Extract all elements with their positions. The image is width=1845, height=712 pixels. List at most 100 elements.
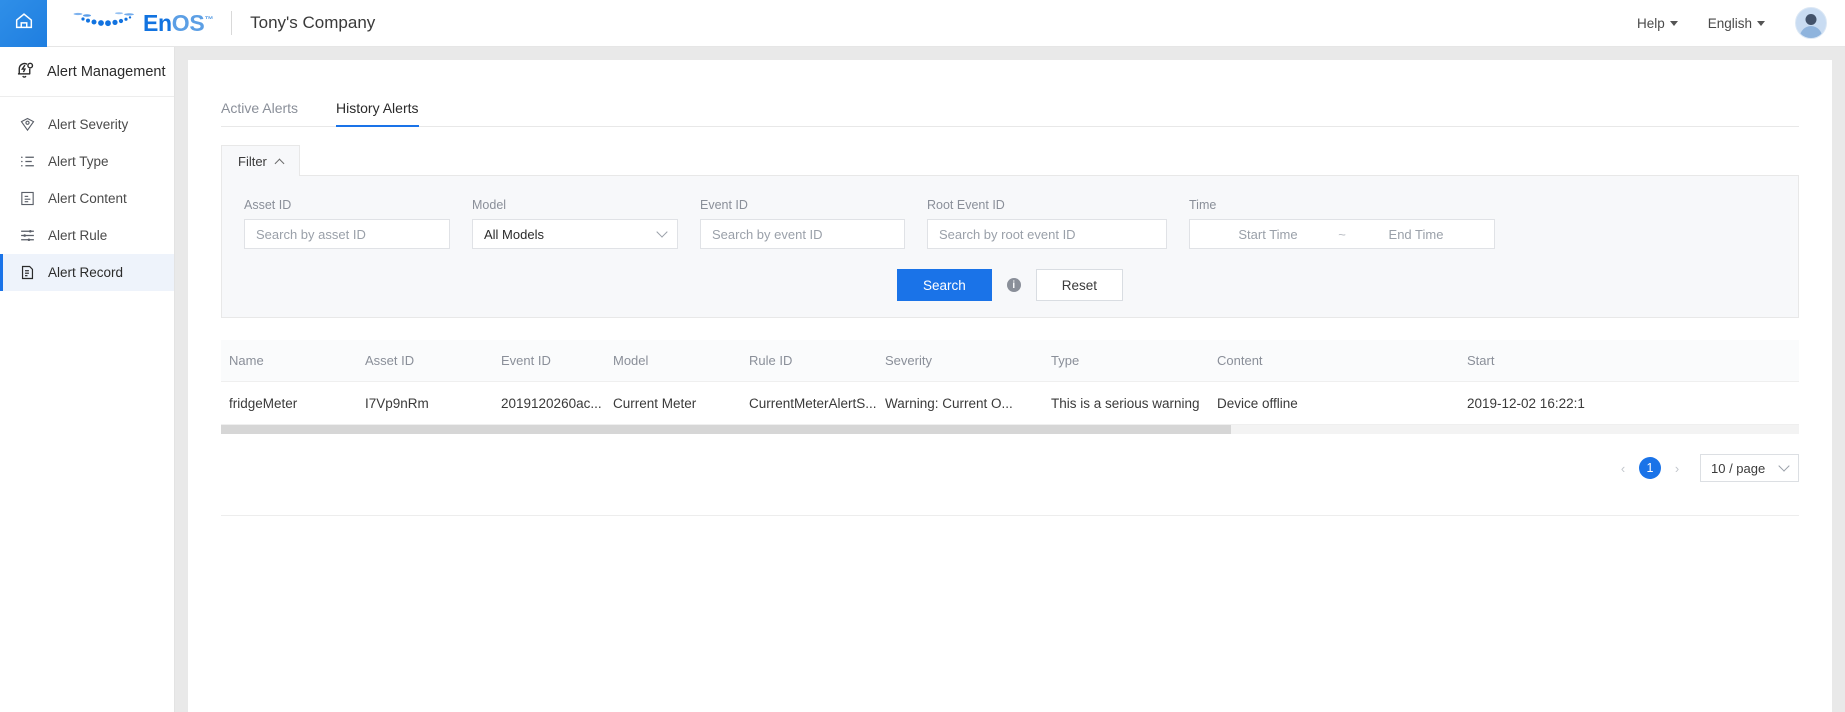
column-header-name: Name (229, 353, 264, 368)
sidebar-item-alert-record[interactable]: Alert Record (0, 254, 174, 291)
column-header-start: Start (1467, 353, 1495, 368)
time-range-picker[interactable]: Start Time ~ End Time (1189, 219, 1495, 249)
sidebar-item-label: Alert Record (48, 265, 124, 280)
alerts-table: Name Asset ID Event ID Model Rule ID Sev… (221, 340, 1799, 434)
model-select-value: All Models (484, 226, 544, 242)
filter-toggle[interactable]: Filter (221, 145, 300, 176)
model-select[interactable]: All Models (472, 219, 678, 249)
filter-toggle-label: Filter (238, 153, 267, 169)
sidebar-item-label: Alert Content (48, 191, 127, 206)
field-label: Time (1189, 198, 1217, 212)
home-icon (13, 10, 35, 37)
severity-shield-icon (18, 116, 36, 133)
asset-id-placeholder: Search by asset ID (256, 226, 366, 242)
cell-rule-id: CurrentMeterAlertS... (749, 395, 877, 411)
sidebar-item-alert-severity[interactable]: Alert Severity (0, 106, 174, 143)
page-number-1[interactable]: 1 (1639, 457, 1661, 479)
brand-logo[interactable]: EnOS™ Tony's Company (73, 10, 375, 37)
page-number-label: 1 (1646, 461, 1654, 475)
tab-label: History Alerts (336, 100, 419, 116)
prev-page-glyph: ‹ (1620, 460, 1626, 476)
column-header-event-id: Event ID (501, 353, 551, 368)
top-bar-right: Help English (1637, 7, 1845, 39)
brand-en: En (143, 9, 172, 36)
sidebar-item-label: Alert Rule (48, 228, 108, 243)
field-event-id: Event ID Search by event ID (700, 198, 905, 249)
cell-event-id: 2019120260ac... (501, 395, 602, 411)
search-button[interactable]: Search (896, 269, 992, 301)
cell-severity: Warning: Current O... (885, 395, 1013, 411)
top-bar: EnOS™ Tony's Company Help English (0, 0, 1845, 47)
table-horizontal-scrollbar[interactable] (221, 425, 1799, 434)
sidebar-item-alert-type[interactable]: Alert Type (0, 143, 174, 180)
asset-id-input[interactable]: Search by asset ID (244, 219, 450, 249)
sliders-icon (18, 227, 36, 244)
column-header-model: Model (613, 353, 649, 368)
root-event-id-placeholder: Search by root event ID (939, 226, 1076, 242)
field-time-range: Time Start Time ~ End Time (1189, 198, 1495, 249)
chevron-down-icon (1669, 20, 1678, 26)
help-label: Help (1636, 15, 1665, 31)
chevron-down-icon (1757, 20, 1765, 26)
avatar[interactable] (1795, 7, 1827, 39)
column-header-rule-id: Rule ID (749, 353, 793, 368)
reset-button-label: Reset (1061, 277, 1098, 293)
range-separator: ~ (1338, 226, 1346, 242)
tab-history-alerts[interactable]: History Alerts (336, 100, 419, 127)
avatar-head (1805, 14, 1817, 25)
start-time-placeholder: Start Time (1238, 226, 1298, 242)
pagination: ‹ 1 › 10 / page (188, 454, 1799, 482)
company-name: Tony's Company (250, 13, 376, 32)
sidebar: Alert Management Alert Severity Alert Ty… (0, 47, 175, 712)
table-row[interactable]: fridgeMeter I7Vp9nRm 2019120260ac... Cur… (221, 382, 1799, 425)
home-button[interactable] (0, 0, 47, 47)
sidebar-item-label: Alert Severity (48, 117, 129, 132)
event-id-placeholder: Search by event ID (712, 226, 823, 242)
help-menu[interactable]: Help (1637, 16, 1678, 31)
page-size-label: 10 / page (1711, 460, 1766, 476)
field-label: Event ID (700, 198, 748, 212)
search-button-label: Search (922, 277, 966, 293)
avatar-body (1800, 26, 1822, 38)
enos-swoosh-icon (73, 10, 139, 37)
list-icon (18, 153, 36, 170)
alert-bell-icon (14, 59, 35, 85)
filter-actions: Search i Reset (244, 269, 1776, 301)
brand-tm: ™ (204, 13, 214, 24)
column-header-severity: Severity (885, 353, 932, 368)
filter-panel: Asset ID Search by asset ID Model All Mo… (221, 175, 1799, 318)
chevron-up-icon (274, 158, 285, 168)
info-icon[interactable]: i (1006, 278, 1021, 292)
tab-label: Active Alerts (221, 100, 299, 116)
event-id-input[interactable]: Search by event ID (700, 219, 905, 249)
brand-divider (231, 11, 233, 35)
field-label: Asset ID (244, 198, 292, 212)
content-background: Active Alerts History Alerts Filter Asse… (175, 47, 1845, 712)
sidebar-item-alert-content[interactable]: Alert Content (0, 180, 174, 217)
main-card: Active Alerts History Alerts Filter Asse… (188, 60, 1832, 712)
cell-name: fridgeMeter (229, 395, 298, 411)
bottom-divider (221, 515, 1799, 516)
page-size-select[interactable]: 10 / page (1700, 454, 1799, 482)
root-event-id-input[interactable]: Search by root event ID (927, 219, 1167, 249)
sidebar-item-label: Alert Type (48, 154, 109, 169)
scrollbar-thumb[interactable] (221, 425, 1231, 434)
sidebar-header: Alert Management (0, 47, 174, 97)
field-label: Model (472, 198, 507, 212)
tab-active-alerts[interactable]: Active Alerts (221, 100, 298, 126)
brand-os: OS (171, 9, 205, 36)
chevron-right-icon[interactable]: › (1666, 457, 1688, 479)
cell-asset-id: I7Vp9nRm (365, 395, 429, 411)
field-model: Model All Models (472, 198, 678, 249)
field-root-event-id: Root Event ID Search by root event ID (927, 198, 1167, 249)
reset-button[interactable]: Reset (1035, 269, 1124, 301)
language-menu[interactable]: English (1708, 16, 1765, 31)
chevron-left-icon[interactable]: ‹ (1612, 457, 1634, 479)
sidebar-item-alert-rule[interactable]: Alert Rule (0, 217, 174, 254)
filter-field-row: Asset ID Search by asset ID Model All Mo… (244, 198, 1776, 249)
column-header-content: Content (1217, 353, 1263, 368)
cell-start: 2019-12-02 16:22:1 (1467, 395, 1585, 411)
end-time-placeholder: End Time (1388, 226, 1444, 242)
brand-wordmark: EnOS™ (143, 9, 214, 36)
table-header-row: Name Asset ID Event ID Model Rule ID Sev… (221, 340, 1799, 382)
